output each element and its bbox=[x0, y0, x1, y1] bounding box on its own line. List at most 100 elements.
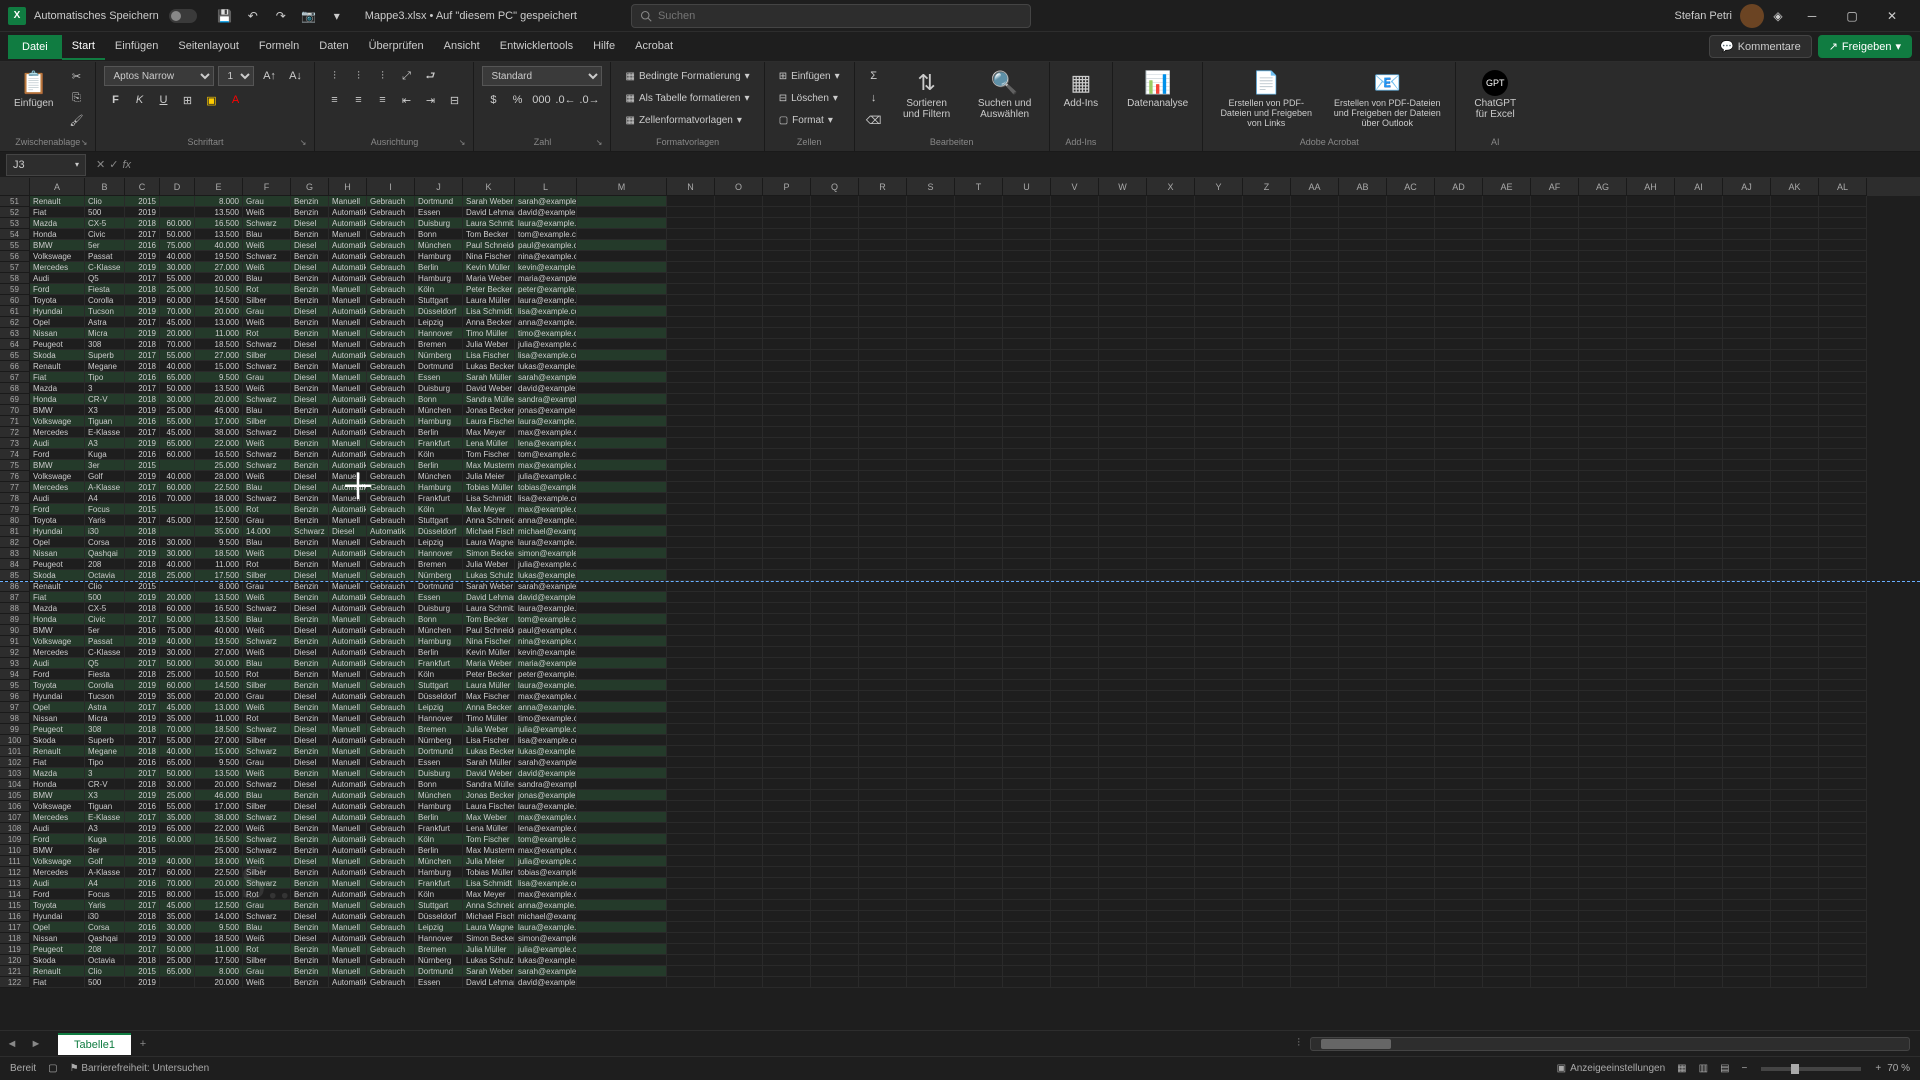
cell[interactable] bbox=[955, 515, 1003, 526]
cell[interactable] bbox=[1003, 295, 1051, 306]
cell[interactable] bbox=[1099, 515, 1147, 526]
cell[interactable] bbox=[1627, 273, 1675, 284]
cell[interactable]: David Weber bbox=[463, 768, 515, 779]
cell[interactable] bbox=[1387, 977, 1435, 988]
cell[interactable] bbox=[1723, 878, 1771, 889]
cell[interactable] bbox=[763, 801, 811, 812]
cell[interactable] bbox=[1291, 548, 1339, 559]
row-header[interactable]: 102 bbox=[0, 757, 30, 768]
cell[interactable] bbox=[1483, 482, 1531, 493]
cell[interactable]: 27.000 bbox=[195, 262, 243, 273]
cell[interactable]: Benzin bbox=[291, 713, 329, 724]
cell[interactable]: lisa@example.com bbox=[515, 493, 577, 504]
cell[interactable] bbox=[1627, 317, 1675, 328]
cell[interactable]: 2016 bbox=[125, 922, 160, 933]
cell[interactable]: julia@example.com bbox=[515, 856, 577, 867]
cell[interactable]: Silber bbox=[243, 867, 291, 878]
cell[interactable]: Lukas Schulz bbox=[463, 570, 515, 581]
cell[interactable] bbox=[907, 691, 955, 702]
cell[interactable]: 2017 bbox=[125, 900, 160, 911]
cell[interactable] bbox=[859, 944, 907, 955]
cell[interactable]: Gebrauch bbox=[367, 867, 415, 878]
minimize-icon[interactable]: ─ bbox=[1792, 0, 1832, 32]
cell[interactable] bbox=[1579, 878, 1627, 889]
cell[interactable] bbox=[907, 614, 955, 625]
cell[interactable] bbox=[955, 482, 1003, 493]
cell[interactable]: Düsseldorf bbox=[415, 911, 463, 922]
cell[interactable] bbox=[811, 933, 859, 944]
cell[interactable] bbox=[1339, 251, 1387, 262]
row-header[interactable]: 54 bbox=[0, 229, 30, 240]
cell[interactable] bbox=[1339, 900, 1387, 911]
cell[interactable] bbox=[1147, 647, 1195, 658]
cell[interactable] bbox=[1723, 636, 1771, 647]
cell[interactable] bbox=[667, 405, 715, 416]
cell[interactable] bbox=[859, 614, 907, 625]
cell[interactable] bbox=[1531, 548, 1579, 559]
cell[interactable]: München bbox=[415, 856, 463, 867]
cell[interactable] bbox=[811, 427, 859, 438]
cell[interactable]: 2017 bbox=[125, 702, 160, 713]
cell[interactable] bbox=[763, 757, 811, 768]
cell[interactable]: paul@example.com bbox=[515, 625, 577, 636]
cell[interactable] bbox=[1627, 526, 1675, 537]
dialog-launcher-icon[interactable]: ↘ bbox=[459, 138, 466, 147]
cell[interactable]: Weiß bbox=[243, 471, 291, 482]
cell[interactable] bbox=[1627, 856, 1675, 867]
cell[interactable]: Rot bbox=[243, 889, 291, 900]
cell[interactable] bbox=[1147, 559, 1195, 570]
cell[interactable] bbox=[811, 295, 859, 306]
cell[interactable] bbox=[1483, 416, 1531, 427]
cell[interactable]: 2018 bbox=[125, 526, 160, 537]
cell[interactable]: Gebrauch bbox=[367, 856, 415, 867]
cell[interactable] bbox=[1627, 779, 1675, 790]
cell[interactable] bbox=[811, 713, 859, 724]
cell[interactable] bbox=[1099, 493, 1147, 504]
cell[interactable] bbox=[907, 449, 955, 460]
cell[interactable] bbox=[1099, 889, 1147, 900]
cell[interactable]: max@example.com bbox=[515, 427, 577, 438]
cell[interactable] bbox=[1003, 614, 1051, 625]
cell[interactable] bbox=[859, 526, 907, 537]
cell[interactable] bbox=[1051, 438, 1099, 449]
cell[interactable]: Max Meyer bbox=[463, 504, 515, 515]
cell[interactable] bbox=[1771, 603, 1819, 614]
cell[interactable] bbox=[859, 284, 907, 295]
cell[interactable]: Volkswage bbox=[30, 856, 85, 867]
cell[interactable] bbox=[1003, 350, 1051, 361]
cell[interactable] bbox=[1579, 801, 1627, 812]
cell[interactable]: 65.000 bbox=[160, 966, 195, 977]
cell[interactable]: Honda bbox=[30, 614, 85, 625]
cell[interactable] bbox=[811, 350, 859, 361]
cell[interactable] bbox=[1147, 614, 1195, 625]
cell[interactable] bbox=[1675, 614, 1723, 625]
cell[interactable] bbox=[1819, 548, 1867, 559]
cell[interactable] bbox=[1435, 317, 1483, 328]
cell[interactable] bbox=[1435, 625, 1483, 636]
align-bottom-icon[interactable]: ⫶ bbox=[371, 66, 393, 86]
cell[interactable]: 25.000 bbox=[160, 405, 195, 416]
cell[interactable]: 55.000 bbox=[160, 273, 195, 284]
cell[interactable]: nina@example.com bbox=[515, 636, 577, 647]
column-header[interactable]: M bbox=[577, 178, 667, 196]
cell[interactable]: Hamburg bbox=[415, 636, 463, 647]
cell[interactable] bbox=[859, 251, 907, 262]
cell[interactable]: 35.000 bbox=[160, 691, 195, 702]
cell[interactable] bbox=[1675, 801, 1723, 812]
cell[interactable]: Lisa Schmidt bbox=[463, 306, 515, 317]
cell[interactable]: Benzin bbox=[291, 702, 329, 713]
cell[interactable] bbox=[160, 460, 195, 471]
cell[interactable] bbox=[1675, 526, 1723, 537]
cell[interactable]: München bbox=[415, 405, 463, 416]
cell[interactable] bbox=[811, 582, 859, 592]
cell[interactable] bbox=[715, 570, 763, 581]
cell[interactable]: E-Klasse bbox=[85, 427, 125, 438]
cell[interactable] bbox=[907, 504, 955, 515]
align-right-icon[interactable]: ≡ bbox=[371, 90, 393, 110]
row-header[interactable]: 72 bbox=[0, 427, 30, 438]
cell[interactable] bbox=[1531, 900, 1579, 911]
cell[interactable] bbox=[1819, 889, 1867, 900]
cell[interactable]: Lisa Schmidt bbox=[463, 878, 515, 889]
cell[interactable]: lena@example.com bbox=[515, 438, 577, 449]
cell[interactable]: Diesel bbox=[291, 625, 329, 636]
